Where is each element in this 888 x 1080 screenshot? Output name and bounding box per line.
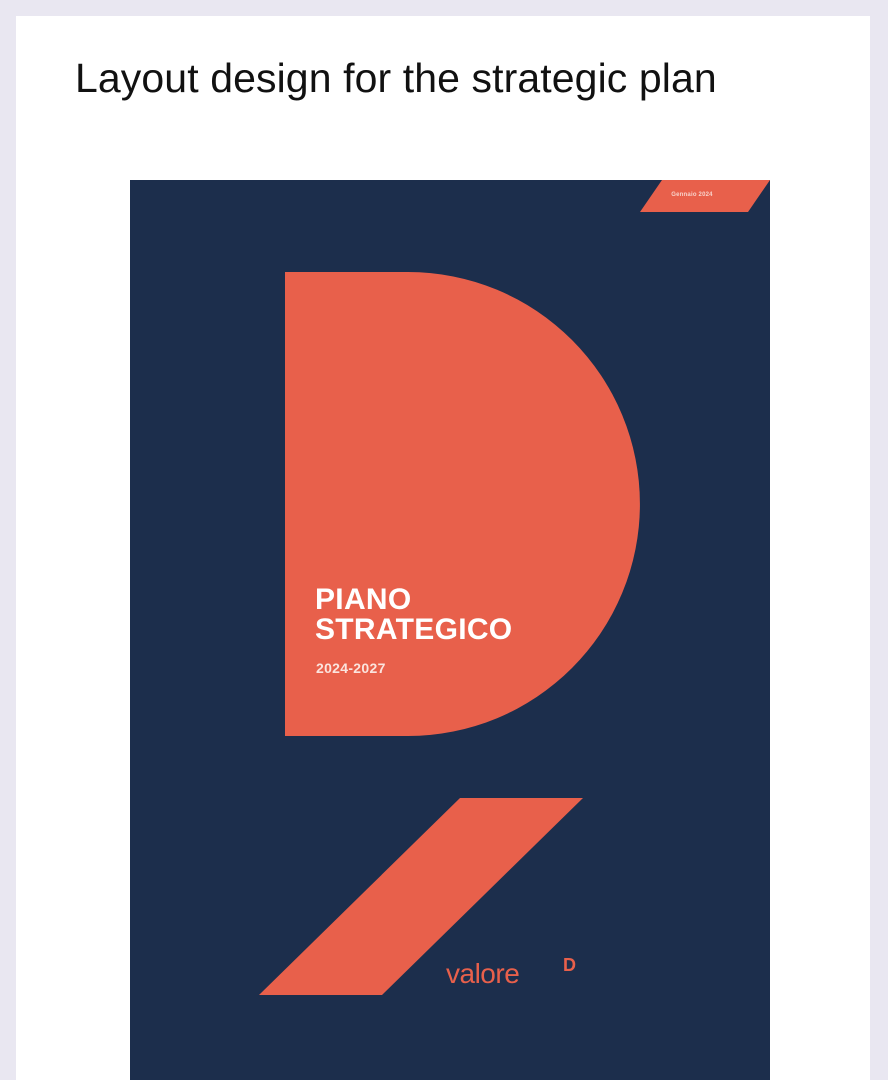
diagonal-slash-shape: [259, 798, 583, 995]
date-badge-text: Gennaio 2024: [671, 192, 713, 198]
valore-d-logo-mark: D: [563, 955, 576, 975]
cover-years: 2024-2027: [316, 660, 386, 676]
strategic-plan-cover-image: Gennaio 2024 PIANO STRATEGICO 2024-2027 …: [130, 180, 770, 1080]
valore-d-logo-word: valore: [446, 958, 520, 989]
cover-title: PIANO STRATEGICO: [315, 585, 512, 645]
cover-title-line-1: PIANO: [315, 583, 412, 616]
content-card: Layout design for the strategic plan Gen…: [16, 16, 870, 1080]
page-title: Layout design for the strategic plan: [75, 55, 717, 101]
cover-title-line-2: STRATEGICO: [315, 613, 513, 646]
